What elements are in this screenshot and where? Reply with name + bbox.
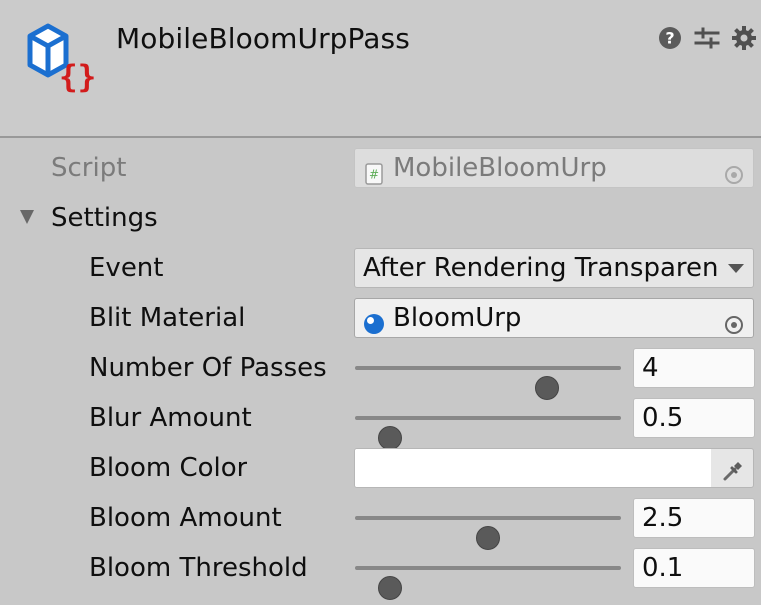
script-component-icon: {} <box>22 18 104 98</box>
blur-amount-slider[interactable] <box>355 416 621 450</box>
bloom-threshold-row: Bloom Threshold 0.1 <box>0 545 761 600</box>
csharp-script-icon: # <box>363 158 385 185</box>
blit-material-object-field[interactable]: BloomUrp <box>354 298 754 338</box>
bloom-color-field[interactable] <box>354 448 754 488</box>
bloom-color-row: Bloom Color <box>0 445 761 491</box>
svg-text:?: ? <box>665 29 674 48</box>
eyedropper-icon[interactable] <box>721 456 745 481</box>
event-value[interactable]: After Rendering Transparents <box>363 249 718 287</box>
script-value: MobileBloomUrp <box>393 153 607 183</box>
blur-amount-input[interactable]: 0.5 <box>633 398 755 438</box>
slider-thumb[interactable] <box>377 576 402 600</box>
bloom-amount-input[interactable]: 2.5 <box>633 498 755 538</box>
foldout-arrow-icon[interactable] <box>20 210 34 224</box>
script-label: Script <box>51 153 127 183</box>
svg-text:#: # <box>369 168 379 182</box>
bloom-threshold-slider[interactable] <box>355 566 621 600</box>
bloom-threshold-input[interactable]: 0.1 <box>633 548 755 588</box>
bloom-threshold-label: Bloom Threshold <box>89 553 308 583</box>
number-of-passes-row: Number Of Passes 4 <box>0 345 761 400</box>
help-icon[interactable]: ? <box>656 24 684 52</box>
number-of-passes-value[interactable]: 4 <box>642 349 659 387</box>
material-icon <box>363 308 385 334</box>
settings-foldout[interactable]: Settings <box>0 195 761 241</box>
blur-amount-value[interactable]: 0.5 <box>642 399 683 437</box>
number-of-passes-label: Number Of Passes <box>89 353 327 383</box>
component-title: MobileBloomUrpPass <box>116 22 410 55</box>
bloom-threshold-value[interactable]: 0.1 <box>642 549 683 587</box>
bloom-amount-label: Bloom Amount <box>89 503 282 533</box>
color-swatch[interactable] <box>355 449 711 487</box>
bloom-amount-row: Bloom Amount 2.5 <box>0 495 761 550</box>
blit-material-row: Blit Material BloomUrp <box>0 295 761 341</box>
inspector-body: Script # MobileBloomUrp Settings Event A… <box>0 138 761 605</box>
header-tools: ? <box>656 22 761 54</box>
gear-icon[interactable] <box>730 24 758 52</box>
bloom-amount-slider[interactable] <box>355 516 621 550</box>
blit-material-label: Blit Material <box>89 303 246 333</box>
event-dropdown[interactable]: After Rendering Transparents <box>354 248 754 288</box>
blur-amount-row: Blur Amount 0.5 <box>0 395 761 450</box>
object-picker-icon[interactable] <box>724 308 744 334</box>
svg-text:{}: {} <box>59 59 96 95</box>
script-row: Script # MobileBloomUrp <box>0 145 761 191</box>
event-row: Event After Rendering Transparents <box>0 245 761 291</box>
number-of-passes-input[interactable]: 4 <box>633 348 755 388</box>
component-header: {} MobileBloomUrpPass ? <box>0 0 761 138</box>
bloom-color-label: Bloom Color <box>89 453 248 483</box>
object-picker-icon <box>724 158 744 184</box>
bloom-amount-value[interactable]: 2.5 <box>642 499 683 537</box>
dropdown-arrow-icon[interactable] <box>728 264 744 273</box>
settings-label[interactable]: Settings <box>51 195 158 241</box>
script-object-field: # MobileBloomUrp <box>354 148 754 188</box>
preset-icon[interactable] <box>693 24 721 52</box>
blit-material-value[interactable]: BloomUrp <box>393 299 521 337</box>
blur-amount-label: Blur Amount <box>89 403 252 433</box>
event-label: Event <box>89 253 164 283</box>
number-of-passes-slider[interactable] <box>355 366 621 400</box>
